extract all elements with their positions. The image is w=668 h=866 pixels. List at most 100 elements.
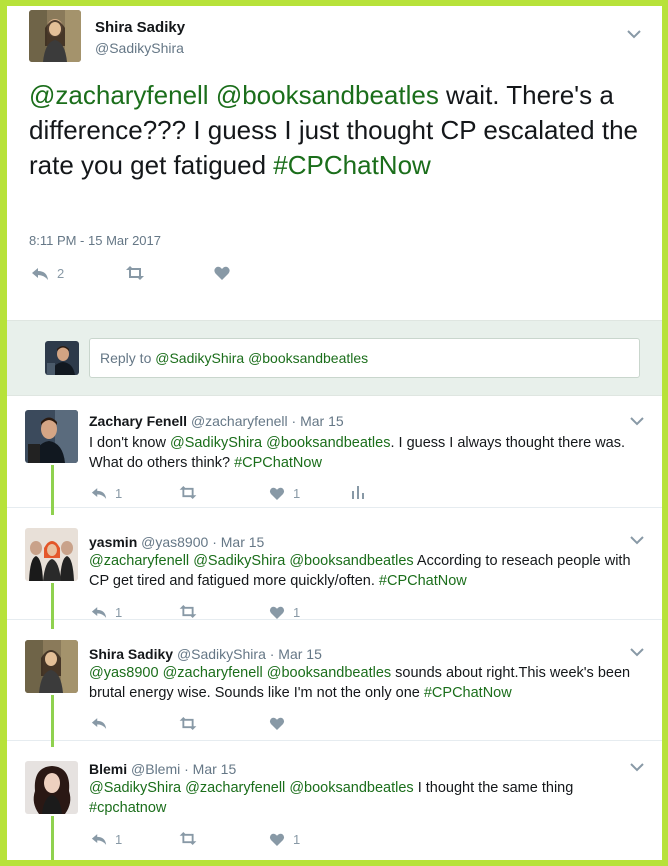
reply-input[interactable]: Reply to @SadikyShira @booksandbeatles (89, 338, 640, 378)
reply-icon (91, 607, 107, 618)
reply-date[interactable]: · Mar 15 (292, 413, 344, 429)
main-tweet: Shira Sadiky @SadikyShira @zacharyfenell… (7, 6, 662, 320)
hashtag-link[interactable]: #CPChatNow (379, 573, 467, 589)
retweet-button[interactable] (178, 832, 198, 845)
thread-connector (51, 816, 54, 860)
list-item[interactable]: Shira Sadiky @SadikyShira · Mar 15 @yas8… (7, 620, 662, 741)
author-name[interactable]: Zachary Fenell (89, 413, 187, 429)
retweet-icon (179, 486, 197, 499)
like-count: 1 (293, 605, 301, 620)
tweet-body: I thought the same thing (413, 780, 574, 796)
avatar[interactable] (25, 640, 78, 693)
author-handle[interactable]: @zacharyfenell (191, 413, 288, 429)
like-count: 1 (293, 486, 301, 501)
reply-date[interactable]: · Mar 15 (184, 761, 236, 777)
reply-composer: Reply to @SadikyShira @booksandbeatles (7, 320, 662, 396)
analytics-button[interactable] (351, 486, 365, 499)
retweet-button[interactable] (125, 266, 145, 280)
author-name[interactable]: Shira Sadiky (89, 646, 173, 662)
mention-link[interactable]: @zacharyfenell (185, 780, 285, 796)
mention-link[interactable]: @booksandbeatles (266, 435, 390, 451)
chevron-down-icon[interactable] (630, 535, 644, 545)
mention-link[interactable]: @yas8900 (89, 665, 159, 681)
mention-link[interactable]: @SadikyShira (193, 553, 285, 569)
author-name[interactable]: yasmin (89, 534, 137, 550)
mention-link[interactable]: @booksandbeatles (267, 665, 391, 681)
mention-link[interactable]: @SadikyShira (89, 780, 181, 796)
reply-button[interactable]: 1 (91, 605, 122, 620)
avatar[interactable] (25, 761, 78, 814)
mention-link[interactable]: @booksandbeatles (289, 553, 413, 569)
author-name[interactable]: Blemi (89, 761, 127, 777)
reply-icon (91, 834, 107, 845)
like-button[interactable]: 1 (269, 832, 300, 847)
reply-count: 1 (115, 832, 123, 847)
chevron-down-icon[interactable] (627, 29, 641, 39)
tweet-text: @SadikyShira @zacharyfenell @booksandbea… (89, 778, 644, 818)
retweet-icon (179, 605, 197, 618)
thread-connector (51, 465, 54, 515)
reply-header: Zachary Fenell @zacharyfenell · Mar 15 (89, 413, 344, 429)
like-button[interactable] (214, 266, 230, 280)
author-handle[interactable]: @SadikyShira (177, 646, 266, 662)
analytics-icon (352, 486, 364, 499)
reply-date[interactable]: · Mar 15 (270, 646, 322, 662)
tweet-text: I don't know @SadikyShira @booksandbeatl… (89, 433, 644, 473)
avatar[interactable] (29, 10, 81, 62)
reply-button[interactable]: 1 (91, 486, 122, 501)
avatar[interactable] (25, 528, 78, 581)
reply-count: 1 (115, 486, 123, 501)
like-button[interactable]: 1 (269, 605, 300, 620)
author-handle[interactable]: @Blemi (131, 761, 180, 777)
reply-input-placeholder: Reply to (100, 350, 156, 366)
reply-icon (91, 488, 107, 499)
reply-date[interactable]: · Mar 15 (212, 534, 264, 550)
tweet-text: @yas8900 @zacharyfenell @booksandbeatles… (89, 663, 644, 703)
like-button[interactable] (269, 717, 285, 730)
mention-link[interactable]: @booksandbeatles (289, 780, 413, 796)
author-handle[interactable]: @yas8900 (141, 534, 208, 550)
avatar[interactable] (45, 341, 79, 375)
hashtag-link[interactable]: #CPChatNow (424, 685, 512, 701)
mention-link[interactable]: @booksandbeatles (216, 80, 439, 110)
like-count: 1 (293, 832, 301, 847)
reply-button[interactable]: 1 (91, 832, 122, 847)
heart-icon (269, 487, 285, 500)
avatar[interactable] (25, 410, 78, 463)
author-handle[interactable]: @SadikyShira (95, 40, 184, 56)
hashtag-link[interactable]: #cpchatnow (89, 800, 166, 816)
tweet-actions (91, 717, 391, 735)
reply-button[interactable]: 2 (31, 266, 64, 281)
retweet-button[interactable] (178, 486, 198, 499)
reply-header: Shira Sadiky @SadikyShira · Mar 15 (89, 646, 322, 662)
mention-link[interactable]: @zacharyfenell (163, 665, 263, 681)
author-name[interactable]: Shira Sadiky (95, 19, 185, 36)
mention-link[interactable]: @SadikyShira (170, 435, 262, 451)
retweet-button[interactable] (178, 717, 198, 730)
mention-link[interactable]: @zacharyfenell (29, 80, 209, 110)
tweet-actions: 1 1 (91, 486, 391, 504)
mention-link[interactable]: @zacharyfenell (89, 553, 189, 569)
hashtag-link[interactable]: #CPChatNow (273, 150, 431, 180)
like-button[interactable]: 1 (269, 486, 300, 501)
reply-icon (32, 267, 48, 280)
retweet-button[interactable] (178, 605, 198, 618)
chevron-down-icon[interactable] (630, 647, 644, 657)
reply-button[interactable] (91, 717, 107, 730)
reply-count: 1 (115, 605, 123, 620)
tweet-body: I don't know (89, 435, 170, 451)
list-item[interactable]: Zachary Fenell @zacharyfenell · Mar 15 I… (7, 396, 662, 508)
list-item[interactable]: yasmin @yas8900 · Mar 15 @zacharyfenell … (7, 508, 662, 620)
heart-icon (269, 606, 285, 619)
thread-connector (51, 583, 54, 629)
retweet-icon (126, 266, 144, 280)
tweet-text: @zacharyfenell @SadikyShira @booksandbea… (89, 551, 644, 591)
thread-connector (51, 695, 54, 747)
heart-icon (214, 266, 230, 280)
list-item[interactable]: Blemi @Blemi · Mar 15 @SadikyShira @zach… (7, 741, 662, 860)
hashtag-link[interactable]: #CPChatNow (234, 455, 322, 471)
tweet-actions: 1 1 (91, 832, 391, 850)
chevron-down-icon[interactable] (630, 416, 644, 426)
timestamp[interactable]: 8:11 PM - 15 Mar 2017 (29, 233, 161, 248)
chevron-down-icon[interactable] (630, 762, 644, 772)
